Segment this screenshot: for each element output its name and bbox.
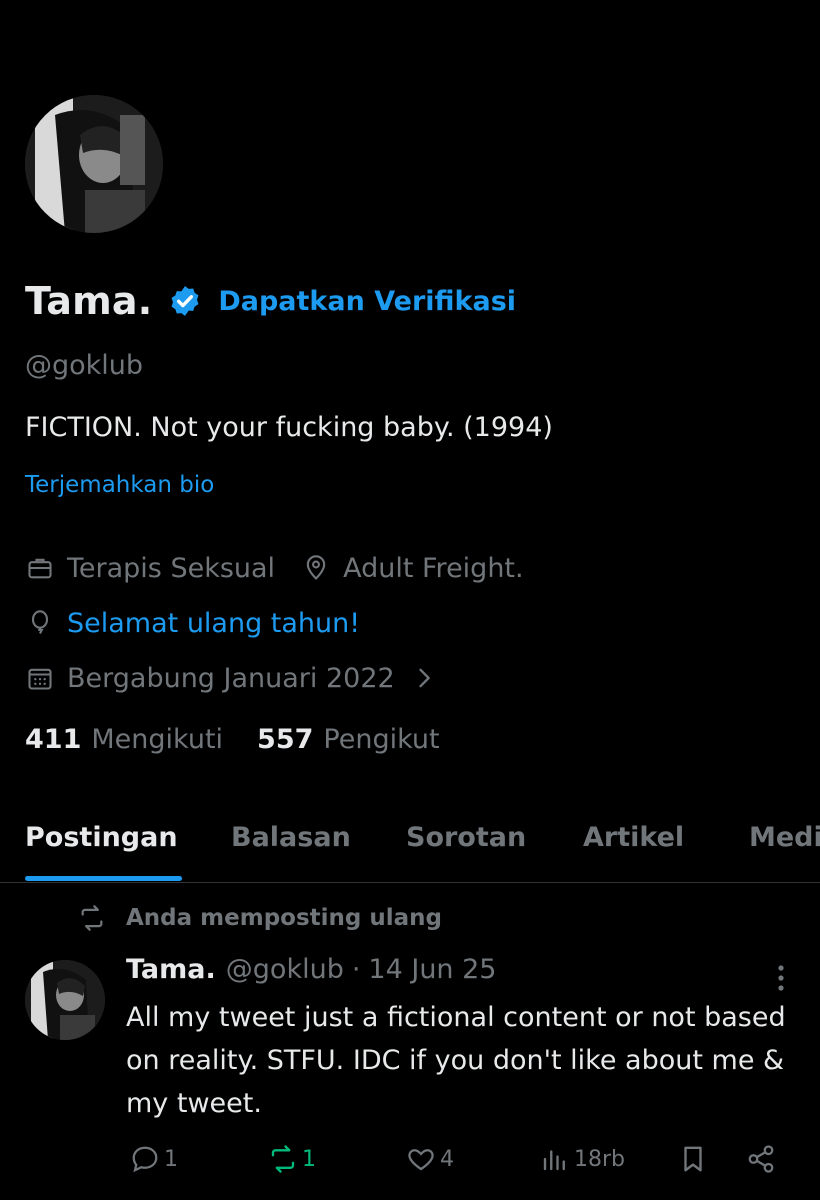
- repost-label: Anda memposting ulang: [126, 905, 442, 931]
- bookmark-icon: [684, 1146, 702, 1172]
- calendar-icon: [25, 663, 55, 693]
- repost-icon: [81, 905, 103, 931]
- post-actions: 1 1 4 18rb: [0, 1144, 820, 1184]
- following-count: 411: [25, 724, 82, 755]
- joined-date: Bergabung Januari 2022: [67, 662, 395, 694]
- post-separator: ·: [351, 954, 361, 985]
- profile-name-row: Tama. Dapatkan Verifikasi: [25, 276, 516, 326]
- divider: [0, 882, 820, 883]
- translate-bio-link[interactable]: Terjemahkan bio: [25, 472, 214, 498]
- profile-bio: FICTION. Not your fucking baby. (1994): [25, 412, 553, 443]
- birthday-row: Selamat ulang tahun!: [25, 603, 360, 643]
- views-button[interactable]: 18rb: [540, 1144, 625, 1174]
- like-button[interactable]: 4: [406, 1144, 454, 1174]
- post-author-name[interactable]: Tama.: [126, 954, 216, 985]
- heart-icon: [408, 1149, 434, 1171]
- repost-count: 1: [302, 1146, 316, 1172]
- more-options-button[interactable]: [766, 960, 796, 996]
- joined-row[interactable]: Bergabung Januari 2022: [25, 658, 451, 698]
- follow-stats: 411 Mengikuti 557 Pengikut: [25, 724, 474, 755]
- profile-meta-row: Terapis Seksual Adult Freight.: [25, 548, 524, 588]
- views-chart-icon: [543, 1150, 565, 1171]
- post-author-handle[interactable]: @goklub: [226, 954, 344, 985]
- avatar-photo: [25, 95, 163, 233]
- tab-media[interactable]: Medi: [749, 822, 820, 853]
- repost-indicator: Anda memposting ulang: [78, 904, 442, 932]
- tab-articles[interactable]: Artikel: [583, 822, 684, 853]
- active-tab-indicator: [25, 876, 182, 881]
- location-pin-icon: [301, 553, 331, 583]
- reply-button[interactable]: 1: [130, 1144, 178, 1174]
- views-count: 18rb: [574, 1146, 626, 1172]
- share-button[interactable]: [746, 1144, 780, 1174]
- profile-avatar[interactable]: [25, 95, 163, 233]
- more-vertical-icon: [778, 965, 784, 991]
- reply-count: 1: [164, 1146, 178, 1172]
- post-text: All my tweet just a fictional content or…: [126, 1002, 786, 1119]
- avatar-photo: [25, 960, 105, 1040]
- birthday-text[interactable]: Selamat ulang tahun!: [67, 608, 360, 639]
- post-date[interactable]: 14 Jun 25: [368, 954, 496, 985]
- reply-icon: [132, 1146, 158, 1173]
- profile-profession: Terapis Seksual: [67, 552, 276, 584]
- tab-highlights[interactable]: Sorotan: [406, 822, 526, 853]
- following-link[interactable]: 411 Mengikuti: [25, 724, 223, 755]
- bookmark-button[interactable]: [678, 1144, 712, 1174]
- tab-replies[interactable]: Balasan: [231, 822, 351, 853]
- profile-tabs: Postingan Balasan Sorotan Artikel Medi: [0, 810, 820, 882]
- post-avatar[interactable]: [25, 960, 105, 1040]
- followers-count: 557: [257, 724, 314, 755]
- balloon-icon: [25, 608, 55, 638]
- repost-button[interactable]: 1: [268, 1144, 316, 1174]
- briefcase-icon: [25, 553, 55, 583]
- share-icon: [748, 1145, 774, 1173]
- post-header: Tama. @goklub · 14 Jun 25: [126, 954, 497, 985]
- following-label: Mengikuti: [91, 724, 224, 755]
- tab-posts[interactable]: Postingan: [25, 822, 178, 853]
- like-count: 4: [440, 1146, 454, 1172]
- profile-handle: @goklub: [25, 350, 144, 381]
- followers-label: Pengikut: [323, 724, 440, 755]
- chevron-right-icon: [409, 663, 439, 693]
- profile-display-name: Tama.: [25, 279, 153, 323]
- repost-icon: [271, 1145, 295, 1173]
- verified-badge-icon[interactable]: [168, 284, 202, 318]
- profile-location: Adult Freight.: [343, 552, 524, 584]
- followers-link[interactable]: 557 Pengikut: [257, 724, 440, 755]
- get-verified-link[interactable]: Dapatkan Verifikasi: [218, 286, 516, 317]
